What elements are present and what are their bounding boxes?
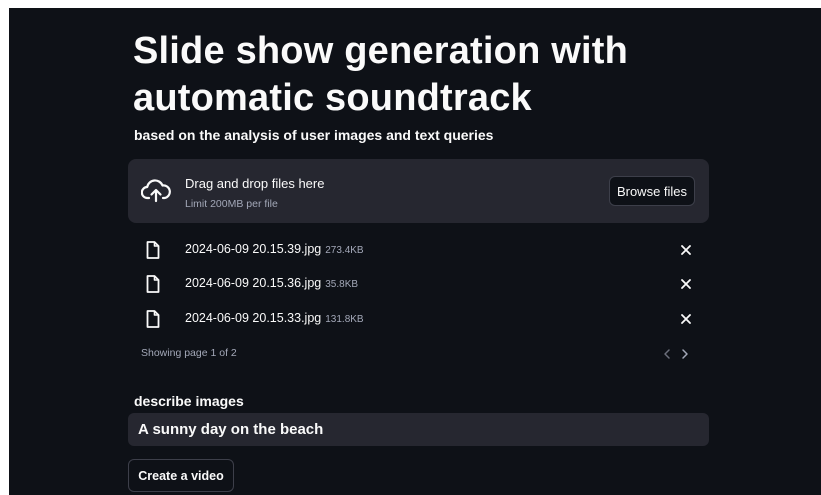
previous-page-button[interactable] (661, 347, 673, 361)
file-name-text: 2024-06-09 20.15.33.jpg (185, 311, 322, 325)
file-icon (146, 275, 160, 293)
uploaded-file-row: 2024-06-09 20.15.36.jpg 35.8KB (128, 272, 709, 296)
file-size: 273.4KB (325, 245, 364, 256)
close-icon (681, 314, 691, 324)
page-subtitle: based on the analysis of user images and… (134, 127, 494, 143)
file-icon (146, 310, 160, 328)
app-container: Slide show generation with automatic sou… (9, 8, 821, 495)
pagination-status: Showing page 1 of 2 (141, 347, 237, 359)
file-name-text: 2024-06-09 20.15.36.jpg (185, 276, 322, 290)
remove-file-button[interactable] (677, 241, 695, 259)
close-icon (681, 279, 691, 289)
describe-images-input[interactable] (128, 413, 709, 446)
file-icon (146, 241, 160, 259)
file-size: 131.8KB (325, 314, 364, 325)
close-icon (681, 245, 691, 255)
chevron-left-icon (664, 349, 670, 359)
remove-file-button[interactable] (677, 310, 695, 328)
browse-files-button[interactable]: Browse files (609, 176, 695, 206)
file-size: 35.8KB (325, 279, 359, 290)
describe-images-label: describe images (134, 393, 244, 409)
next-page-button[interactable] (679, 347, 691, 361)
file-dropzone[interactable]: Drag and drop files here Limit 200MB per… (128, 159, 709, 223)
remove-file-button[interactable] (677, 275, 695, 293)
dropzone-instructions: Drag and drop files here (185, 176, 325, 191)
cloud-upload-icon (141, 179, 171, 203)
file-name: 2024-06-09 20.15.39.jpg 273.4KB (185, 242, 364, 256)
page-title: Slide show generation with automatic sou… (133, 30, 629, 119)
create-video-button[interactable]: Create a video (128, 459, 234, 492)
file-name-text: 2024-06-09 20.15.39.jpg (185, 242, 322, 256)
chevron-right-icon (682, 349, 688, 359)
file-name: 2024-06-09 20.15.36.jpg 35.8KB (185, 276, 358, 290)
uploaded-file-row: 2024-06-09 20.15.39.jpg 273.4KB (128, 238, 709, 262)
main-content: Slide show generation with automatic sou… (9, 8, 821, 495)
file-name: 2024-06-09 20.15.33.jpg 131.8KB (185, 311, 364, 325)
dropzone-limit: Limit 200MB per file (185, 198, 278, 210)
uploaded-file-row: 2024-06-09 20.15.33.jpg 131.8KB (128, 307, 709, 331)
